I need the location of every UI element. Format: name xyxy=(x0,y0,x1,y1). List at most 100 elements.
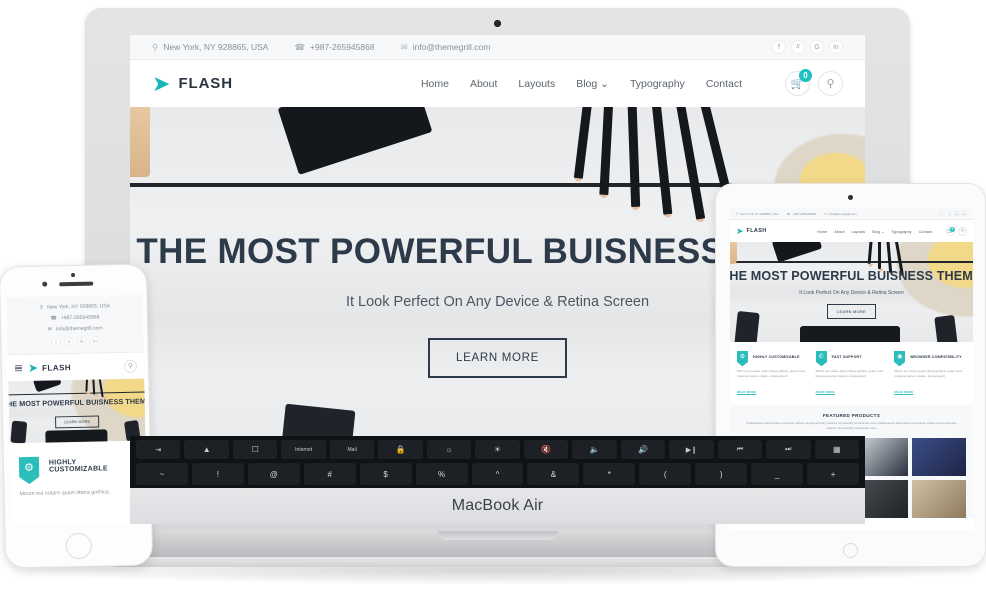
key-mail[interactable]: Mail xyxy=(329,440,375,459)
nav-item-contact[interactable]: Contact xyxy=(706,78,742,90)
key-0[interactable]: ) xyxy=(695,463,748,485)
key-internet[interactable]: Internet xyxy=(281,440,326,459)
search-button[interactable]: ⚲ xyxy=(123,359,138,373)
product-tile[interactable] xyxy=(911,479,966,518)
learn-more-button[interactable]: LEARN MORE xyxy=(55,415,100,429)
key-volume-down-icon[interactable]: 🔈 xyxy=(572,440,617,459)
headset-icon: ✆ xyxy=(815,351,827,366)
key-lock-icon[interactable]: 🔒 xyxy=(378,440,423,459)
googleplus-icon[interactable]: G xyxy=(77,336,87,346)
cart-button[interactable]: 🛒 0 xyxy=(946,226,955,236)
tablet-site-logo[interactable]: ➤ FLASH xyxy=(736,225,767,236)
flash-bird-icon: ➤ xyxy=(736,225,744,236)
search-button[interactable]: ⚲ xyxy=(958,226,967,236)
learn-more-button[interactable]: LEARN MORE xyxy=(428,338,567,378)
feature-fast-support: ✆ FAST SUPPORT Mirum est notare quam lit… xyxy=(815,351,888,398)
linkedin-icon[interactable]: in xyxy=(90,336,100,346)
key-fast-forward-icon[interactable]: ⏭ xyxy=(766,440,811,459)
key-dashboard[interactable]: ▲ xyxy=(184,440,229,459)
tablet-topbar-phone[interactable]: ☎ +987-265945868 xyxy=(787,212,816,216)
address-text: New York, NY 928865, USA xyxy=(163,42,269,52)
linkedin-icon[interactable]: in xyxy=(829,40,843,54)
key-3[interactable]: # xyxy=(303,463,356,485)
tablet-home-button[interactable] xyxy=(843,543,858,558)
phone-site-logo[interactable]: ➤ FLASH xyxy=(28,361,71,375)
twitter-icon[interactable]: 𝑥 xyxy=(946,210,952,217)
feature-head: ⚙ HIGHLY CUSTOMIZABLE xyxy=(18,455,137,478)
phone-topbar-email[interactable]: ✉ info@themegrill.com xyxy=(7,325,143,334)
key-7[interactable]: & xyxy=(527,463,580,485)
chevron-down-icon: ⌄ xyxy=(597,77,609,90)
key-8[interactable]: * xyxy=(583,463,636,485)
feature-browser-compatibility: ◉ BROWSER COMPATIBILITY Mirum est notare… xyxy=(894,351,966,398)
key-mission-control[interactable]: ☐ xyxy=(232,440,278,459)
key-play-pause-icon[interactable]: ▶❙ xyxy=(669,440,714,459)
nav-item-layouts[interactable]: Layouts xyxy=(518,78,555,90)
read-more-link[interactable]: READ MORE xyxy=(816,390,835,394)
key-minus[interactable]: _ xyxy=(751,463,804,485)
phone-home-button[interactable] xyxy=(65,532,92,560)
key-plus[interactable]: + xyxy=(807,463,859,485)
phone-camera-icon xyxy=(71,272,76,278)
key-brightness-down-icon[interactable]: ☼ xyxy=(426,440,472,459)
nav-item-blog[interactable]: Blog ⌄ xyxy=(872,229,884,234)
nav-item-about[interactable]: About xyxy=(834,229,844,234)
logo-text: FLASH xyxy=(178,75,233,92)
nav-item-contact[interactable]: Contact xyxy=(919,229,932,234)
read-more-link[interactable]: READ MORE xyxy=(737,390,756,394)
key-5[interactable]: % xyxy=(415,463,468,485)
logo-text: FLASH xyxy=(746,228,767,234)
phone-topbar-address: ⚲ New York, NY 928865, USA xyxy=(7,303,143,312)
mockup-stage: ⚲ New York, NY 928865, USA ☎ +987-265945… xyxy=(0,0,986,600)
nav-item-home[interactable]: Home xyxy=(421,78,449,90)
site-logo[interactable]: ➤ FLASH xyxy=(152,72,233,95)
nav-item-layouts[interactable]: Layouts xyxy=(851,229,865,234)
cart-count-badge: 0 xyxy=(950,226,955,232)
googleplus-icon[interactable]: G xyxy=(954,210,960,217)
key-6[interactable]: ^ xyxy=(471,463,524,485)
linkedin-icon[interactable]: in xyxy=(961,210,967,217)
facebook-icon[interactable]: f xyxy=(772,40,786,54)
phone-icon: ☎ xyxy=(50,315,57,322)
nav-item-home[interactable]: Home xyxy=(817,229,827,234)
facebook-icon[interactable]: f xyxy=(939,210,945,217)
key-launchpad-icon[interactable]: ▦ xyxy=(814,440,860,459)
key-mute-icon[interactable]: 🔇 xyxy=(523,440,569,459)
keyboard-object xyxy=(800,326,900,342)
googleplus-icon[interactable]: G xyxy=(810,40,824,54)
nav-item-blog[interactable]: Blog ⌄ xyxy=(576,78,609,90)
feature-title: BROWSER COMPATIBILITY xyxy=(910,354,962,359)
read-more-link[interactable]: READ MORE xyxy=(894,390,913,394)
feature-body: Mirum est notare quam littera gothica, q… xyxy=(737,369,806,379)
key-brightness-up-icon[interactable]: ☀ xyxy=(475,440,520,459)
nav-item-about[interactable]: About xyxy=(470,78,497,90)
nav-item-typography[interactable]: Typography xyxy=(891,229,911,234)
product-tile[interactable] xyxy=(911,437,966,476)
key-2[interactable]: @ xyxy=(247,463,300,485)
key-9[interactable]: ( xyxy=(639,463,692,485)
key-4[interactable]: $ xyxy=(359,463,412,485)
learn-more-button[interactable]: LEARN MORE xyxy=(827,304,876,319)
tablet-topbar-email[interactable]: ✉ info@themegrill.com xyxy=(824,212,857,216)
tablet-hero-section: THE MOST POWERFUL BUISNESS THEME It Look… xyxy=(730,242,973,342)
key-esc[interactable]: ⇥ xyxy=(136,440,181,459)
key-tilde[interactable]: ~ xyxy=(136,463,188,485)
feature-body: Mirum est notare quam littera gothica, q… xyxy=(815,369,884,379)
twitter-icon[interactable]: 𝑥 xyxy=(64,337,74,347)
email-text: info@themegrill.com xyxy=(55,325,103,333)
phone-navbar: ➤ FLASH ⚲ xyxy=(7,352,145,382)
topbar-address: ⚲ New York, NY 928865, USA xyxy=(152,42,268,53)
key-1[interactable]: ! xyxy=(191,463,244,485)
phone-topbar-phone[interactable]: ☎ +987-265945868 xyxy=(7,314,143,323)
facebook-icon[interactable]: f xyxy=(51,337,61,347)
twitter-icon[interactable]: 𝑥 xyxy=(791,40,805,54)
key-rewind-icon[interactable]: ⏮ xyxy=(717,440,763,459)
topbar-phone[interactable]: ☎ +987-265945868 xyxy=(294,42,374,53)
key-volume-up-icon[interactable]: 🔊 xyxy=(620,440,666,459)
nav-item-typography[interactable]: Typography xyxy=(630,78,685,90)
topbar-email[interactable]: ✉ info@themegrill.com xyxy=(401,42,491,53)
hamburger-menu-icon[interactable] xyxy=(14,364,23,372)
search-button[interactable]: ⚲ xyxy=(818,71,843,96)
cart-button[interactable]: 🛒 0 xyxy=(785,69,812,96)
function-key-row: ⇥ ▲ ☐ Internet Mail 🔒 ☼ ☀ 🔇 🔈 🔊 ▶❙ ⏮ ⏭ ▦ xyxy=(130,436,865,459)
